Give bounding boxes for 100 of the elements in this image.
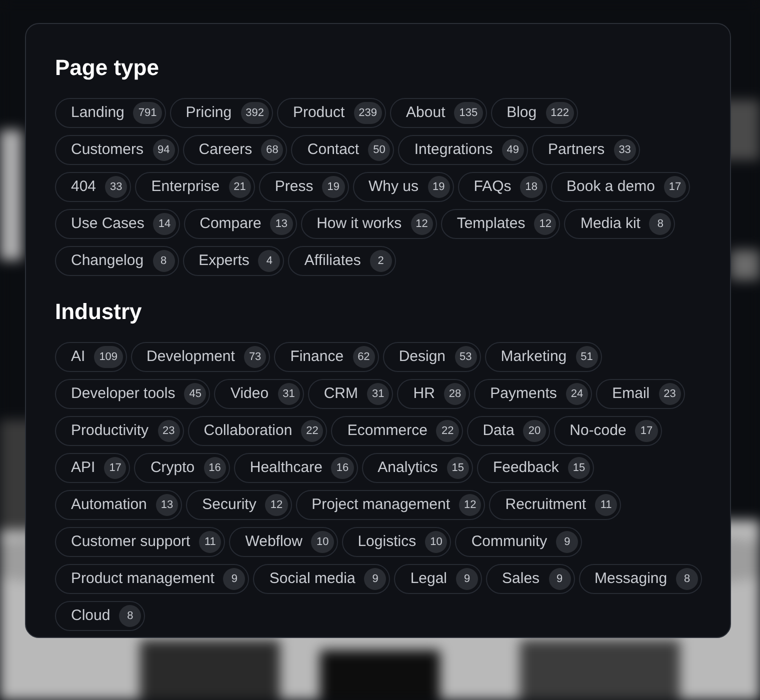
tag-count: 17 [104,457,126,479]
tag-label: Why us [368,178,419,196]
tag-chip[interactable]: Webflow 10 [229,527,338,557]
tag-count: 68 [261,139,284,161]
tag-count: 22 [301,420,324,442]
tag-chip[interactable]: Project management 12 [296,490,486,520]
tag-label: Project management [312,496,450,514]
tag-chip[interactable]: Payments 24 [474,379,592,409]
tag-label: Careers [198,141,252,159]
tag-label: Ecommerce [347,422,428,440]
tag-label: Development [146,348,235,366]
tag-chip[interactable]: Social media 9 [253,564,390,594]
tag-chip[interactable]: AI 109 [55,342,127,372]
tag-chip[interactable]: Changelog 8 [55,246,179,276]
tag-label: HR [413,385,435,403]
tag-chip[interactable]: Affiliates 2 [288,246,396,276]
tag-chip[interactable]: Analytics 15 [362,453,473,483]
tag-chip[interactable]: Collaboration 22 [188,416,328,446]
tag-label: Feedback [492,459,559,477]
tag-count: 791 [133,102,162,124]
tag-chip[interactable]: Pricing 392 [170,98,273,128]
tag-chip[interactable]: Customer support 11 [55,527,226,557]
tag-count: 20 [523,420,546,442]
tag-chip[interactable]: Development 73 [130,342,270,372]
tag-count: 16 [331,457,354,479]
tag-chip[interactable]: No-code 17 [554,416,662,446]
tag-chip[interactable]: HR 28 [397,379,470,409]
tag-chip[interactable]: Crypto 16 [134,453,230,483]
tag-chip[interactable]: API 17 [55,453,130,483]
tag-chip[interactable]: Integrations 49 [398,135,528,165]
tag-chip[interactable]: How it works 12 [300,209,437,239]
tag-chip[interactable]: Marketing 51 [484,342,602,372]
tag-count: 122 [546,102,574,124]
tag-count: 23 [158,420,180,442]
tag-count: 15 [568,457,590,479]
tag-label: Developer tools [71,385,176,403]
tag-label: Video [230,385,269,403]
tag-chip[interactable]: Use Cases 14 [55,209,180,239]
tag-label: Webflow [245,533,302,551]
tag-chip[interactable]: Media kit 8 [564,209,676,239]
tag-count: 62 [352,346,375,368]
tag-chip[interactable]: Ecommerce 22 [331,416,463,446]
tag-chip[interactable]: Sales 9 [486,564,575,594]
tag-chip[interactable]: Templates 12 [440,209,560,239]
tag-chip[interactable]: CRM 31 [308,379,394,409]
tag-count: 135 [454,102,483,124]
tag-count: 12 [410,213,433,235]
tag-chip[interactable]: Design 53 [382,342,481,372]
tag-chip[interactable]: Product 239 [276,98,386,128]
tag-chip[interactable]: Logistics 10 [342,527,452,557]
tag-count: 12 [534,213,556,235]
tag-chip[interactable]: Email 23 [596,379,685,409]
tag-label: Press [274,178,314,196]
tag-count: 13 [270,213,293,235]
tag-chip[interactable]: Recruitment 11 [489,490,622,520]
tag-count: 4 [258,250,280,272]
tag-chip[interactable]: Cloud 8 [55,601,146,631]
tag-count: 9 [456,568,478,590]
tag-chip[interactable]: FAQs 18 [458,172,547,202]
tag-count: 15 [446,457,469,479]
tag-label: Collaboration [204,422,292,440]
tag-chip[interactable]: Why us 19 [352,172,454,202]
tag-chip[interactable]: Experts 4 [182,246,284,276]
tag-count: 9 [548,568,571,590]
tag-label: Book a demo [566,178,655,196]
tag-chip[interactable]: Automation 13 [55,490,182,520]
tag-count: 239 [354,102,382,124]
tag-chip[interactable]: Blog 122 [490,98,578,128]
tag-count: 10 [425,531,448,553]
tag-chip[interactable]: About 135 [390,98,487,128]
tag-label: Blog [506,104,537,122]
tag-label: Product management [71,570,214,588]
tag-chip[interactable]: Healthcare 16 [234,453,358,483]
tag-chip[interactable]: Contact 50 [291,135,394,165]
tag-chip[interactable]: 404 33 [55,172,132,202]
tag-chip[interactable]: Video 31 [214,379,304,409]
tag-chip[interactable]: Feedback 15 [476,453,594,483]
tag-chip[interactable]: Enterprise 21 [135,172,255,202]
tag-count: 8 [119,605,142,627]
tag-label: Affiliates [304,252,361,270]
tag-label: Use Cases [71,215,144,233]
tag-chip[interactable]: Press 19 [258,172,348,202]
tag-chip[interactable]: Product management 9 [55,564,250,594]
tag-chip[interactable]: Partners 33 [532,135,640,165]
tag-chip[interactable]: Security 12 [186,490,292,520]
tag-chip[interactable]: Developer tools 45 [55,379,210,409]
tag-label: FAQs [474,178,512,196]
tag-chip[interactable]: Compare 13 [184,209,297,239]
tag-chip[interactable]: Customers 94 [55,135,179,165]
tag-chip[interactable]: Finance 62 [274,342,379,372]
tag-chip[interactable]: Careers 68 [182,135,288,165]
tag-chip[interactable]: Landing 791 [55,98,166,128]
tag-chip[interactable]: Book a demo 17 [550,172,690,202]
tag-chip[interactable]: Messaging 8 [578,564,702,594]
section-title: Page type [55,54,160,82]
tag-chip[interactable]: Data 20 [466,416,550,446]
tag-chip[interactable]: Legal 9 [394,564,482,594]
tag-chip[interactable]: Community 9 [455,527,582,557]
tag-chip[interactable]: Productivity 23 [55,416,184,446]
tag-count: 9 [223,568,246,590]
